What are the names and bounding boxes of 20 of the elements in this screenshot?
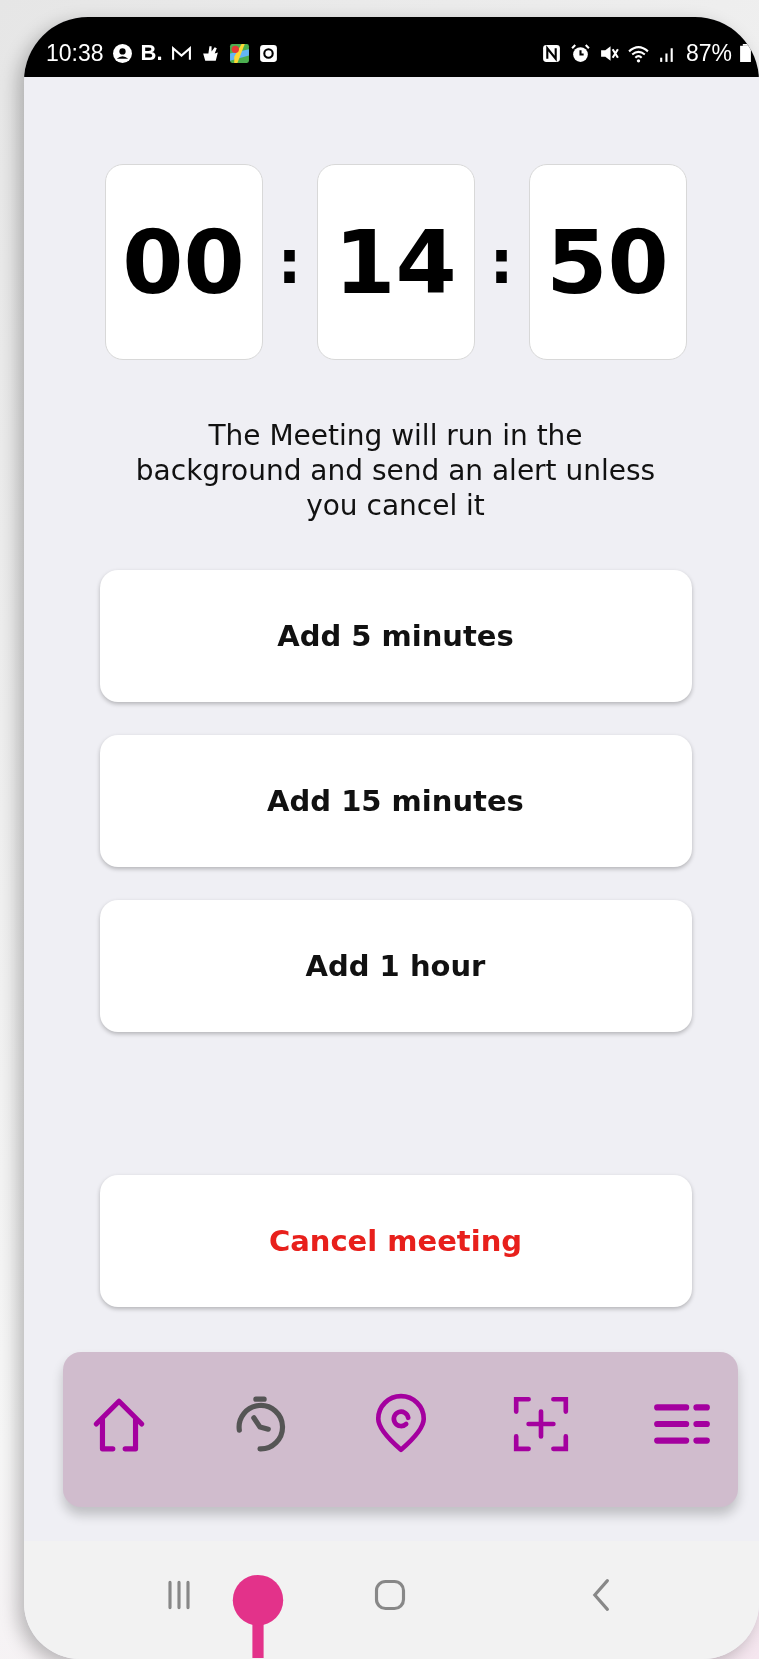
timer-digits: 14: [316, 164, 475, 360]
timer-separator: :: [276, 227, 303, 297]
timer-separator: :: [488, 227, 515, 297]
timer-digits: 00: [104, 164, 263, 360]
battery-percentage: 87%: [685, 39, 732, 67]
alarm-icon: [569, 42, 591, 64]
status-time: 10:38: [46, 39, 104, 67]
clock-app-icon: [257, 42, 279, 64]
add-time-button[interactable]: Add 5 minutes: [99, 570, 692, 702]
add-time-button[interactable]: Add 1 hour: [99, 900, 692, 1032]
nfc-icon: [540, 42, 562, 64]
battery-icon: [740, 44, 751, 62]
cancel-button[interactable]: Cancel meeting: [99, 1175, 692, 1307]
add-time-button[interactable]: Add 15 minutes: [99, 735, 692, 867]
timer-digits: 50: [528, 164, 687, 360]
app-label: B.: [140, 40, 163, 66]
home-button-icon[interactable]: [372, 1577, 408, 1613]
map-icon: [228, 42, 250, 64]
info-message: The Meeting will run in the background and send an alert unless you cancel it: [135, 418, 656, 523]
account-icon: [111, 42, 133, 64]
